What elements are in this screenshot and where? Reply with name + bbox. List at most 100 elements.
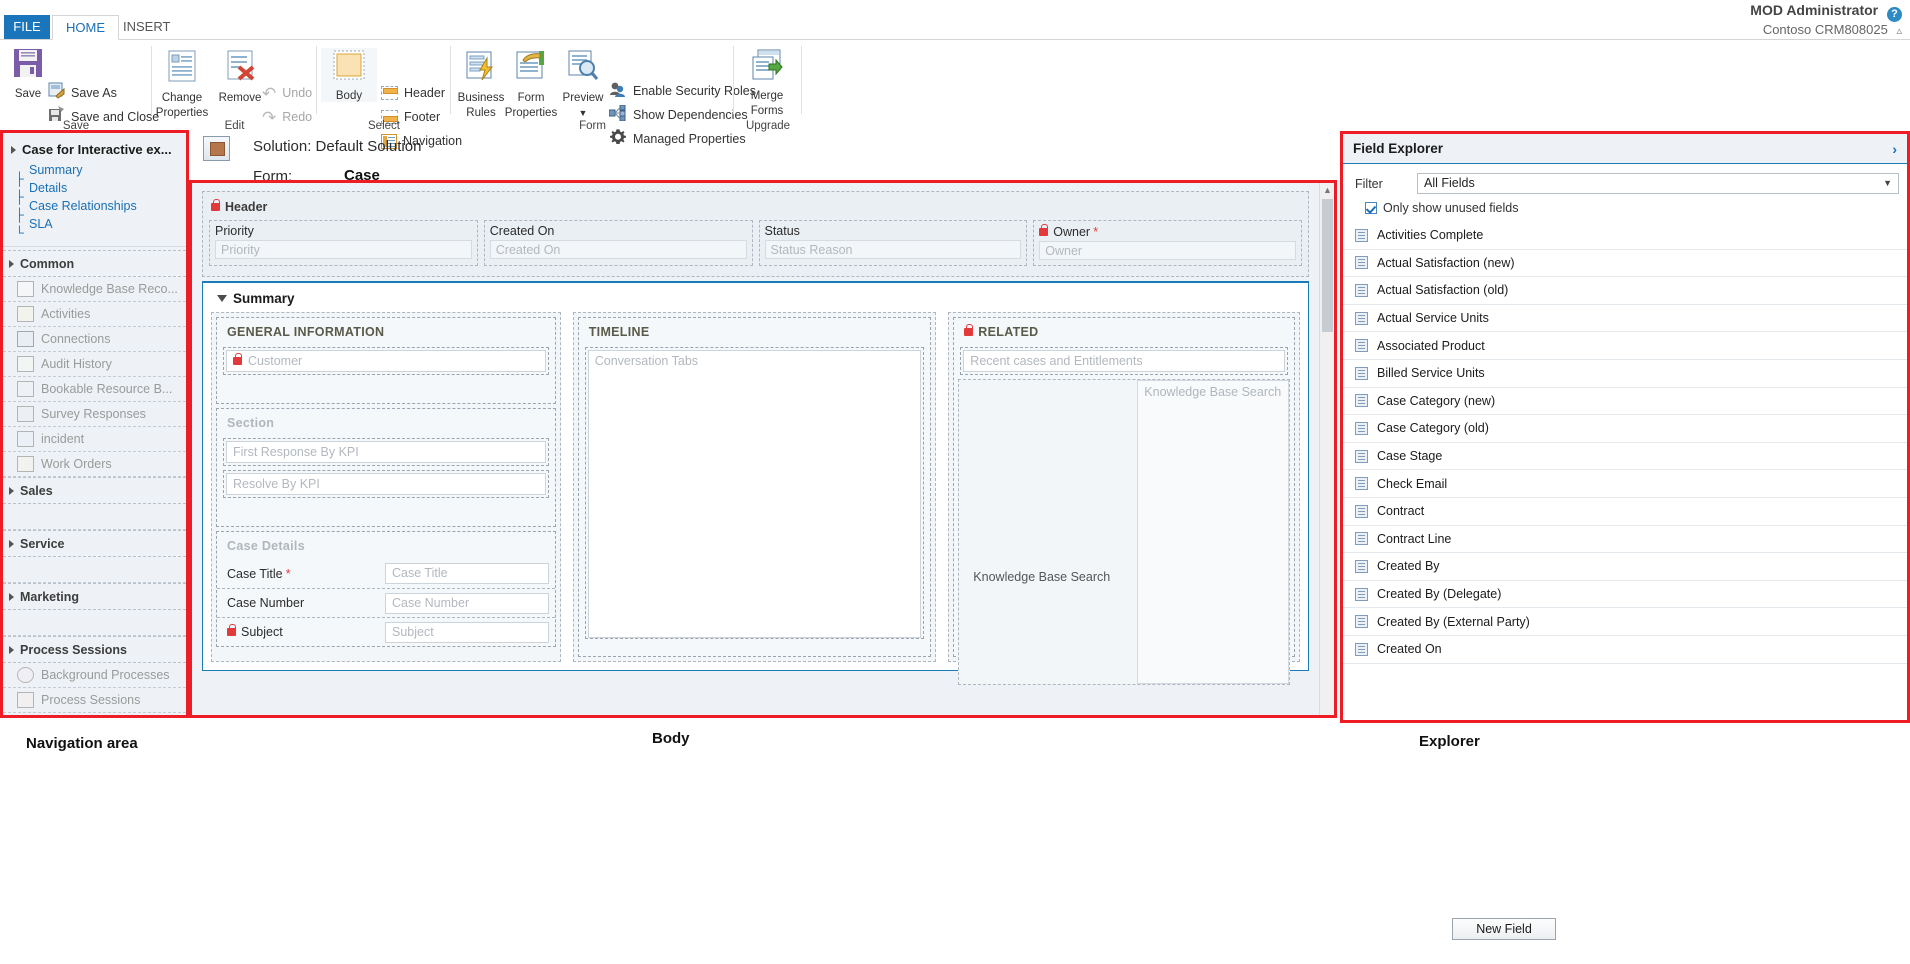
nav-root-node[interactable]: Case for Interactive ex...	[3, 133, 186, 161]
nav-group-service[interactable]: Service	[3, 530, 186, 557]
field-case-number-control[interactable]: Case Number	[385, 593, 549, 614]
field-resolve-by-kpi[interactable]: Resolve By KPI	[223, 470, 549, 498]
new-field-button[interactable]: New Field	[1452, 918, 1556, 940]
ribbon-tabstrip: FILE HOME INSERT	[0, 15, 1910, 39]
body-button[interactable]: Body	[321, 48, 377, 102]
field-customer-placeholder: Customer	[248, 351, 302, 371]
section-general-information[interactable]: GENERAL INFORMATION Customer	[216, 317, 556, 404]
field-created-on[interactable]: Created On Created On	[484, 220, 753, 266]
preview-dropdown-icon[interactable]: ▼	[555, 107, 611, 119]
nav-item-bookable-resource[interactable]: Bookable Resource B...	[3, 377, 186, 402]
list-item[interactable]: Contract	[1343, 498, 1907, 526]
nav-item-background-processes[interactable]: Background Processes	[3, 663, 186, 688]
checkbox-icon[interactable]	[1365, 202, 1377, 214]
nav-item-knowledge-base[interactable]: Knowledge Base Reco...	[3, 277, 186, 302]
nav-group-marketing[interactable]: Marketing	[3, 583, 186, 610]
nav-item-activities[interactable]: Activities	[3, 302, 186, 327]
nav-group-sales[interactable]: Sales	[3, 477, 186, 504]
merge-forms-button[interactable]: Merge Forms	[739, 48, 795, 117]
nav-item-process-sessions[interactable]: Process Sessions	[3, 688, 186, 713]
list-item[interactable]: Actual Satisfaction (old)	[1343, 277, 1907, 305]
ribbon-group-select: Body Header Footer Navigation Select	[317, 40, 451, 132]
field-status-control[interactable]: Status Reason	[765, 240, 1022, 259]
nav-group-process-sessions[interactable]: Process Sessions	[3, 636, 186, 663]
field-status[interactable]: Status Status Reason	[759, 220, 1028, 266]
list-item[interactable]: Case Stage	[1343, 443, 1907, 471]
knowledge-base-search-control[interactable]: Knowledge Base Search	[1137, 380, 1289, 684]
summary-columns: GENERAL INFORMATION Customer Section	[211, 312, 1300, 662]
business-rules-button[interactable]: Business Rules	[453, 48, 509, 119]
nav-child-case-relationships[interactable]: ├ Case Relationships	[3, 197, 186, 215]
nav-item-audit-history[interactable]: Audit History	[3, 352, 186, 377]
tab-home[interactable]: HOME	[52, 15, 119, 40]
section-timeline[interactable]: TIMELINE Conversation Tabs	[578, 317, 932, 657]
save-as-button[interactable]: Save As	[48, 82, 117, 104]
tab-file[interactable]: FILE	[4, 15, 50, 39]
field-first-response-by-kpi[interactable]: First Response By KPI	[223, 438, 549, 466]
list-item[interactable]: Created On	[1343, 636, 1907, 664]
change-properties-button[interactable]: Change Properties	[154, 48, 210, 119]
list-item[interactable]: Activities Complete	[1343, 222, 1907, 250]
list-item[interactable]: Associated Product	[1343, 332, 1907, 360]
list-item[interactable]: Case Category (old)	[1343, 415, 1907, 443]
section-case-details[interactable]: Case Details Case Title * Case Title	[216, 531, 556, 647]
field-case-number[interactable]: Case Number Case Number	[217, 589, 555, 618]
nav-item-label: Survey Responses	[41, 407, 146, 421]
filter-select[interactable]: All Fields ▼	[1417, 173, 1899, 194]
nav-child-summary[interactable]: ├ Summary	[3, 161, 186, 179]
list-item[interactable]: Created By	[1343, 553, 1907, 581]
control-recent-cases[interactable]: Recent cases and Entitlements	[960, 347, 1288, 375]
field-created-on-control[interactable]: Created On	[490, 240, 747, 259]
tab-insert[interactable]: INSERT	[110, 15, 183, 39]
nav-item-connections[interactable]: Connections	[3, 327, 186, 352]
field-first-response-by-kpi-control[interactable]: First Response By KPI	[226, 441, 546, 463]
list-item[interactable]: Created By (External Party)	[1343, 608, 1907, 636]
remove-button[interactable]: Remove	[212, 48, 268, 104]
field-subject[interactable]: Subject Subject	[217, 618, 555, 646]
control-recent-cases-control[interactable]: Recent cases and Entitlements	[963, 350, 1285, 372]
control-knowledge-base-search[interactable]: Knowledge Base Search Knowledge Base Sea…	[958, 379, 1290, 685]
field-customer[interactable]: Customer	[223, 347, 549, 375]
list-item[interactable]: Currency	[1343, 664, 1907, 669]
summary-tab-title[interactable]: Summary	[211, 289, 1300, 312]
list-item[interactable]: Created By (Delegate)	[1343, 581, 1907, 609]
list-item[interactable]: Billed Service Units	[1343, 360, 1907, 388]
header-button[interactable]: Header	[381, 82, 445, 104]
form-properties-button[interactable]: Form Properties	[503, 48, 559, 119]
list-item[interactable]: Check Email	[1343, 470, 1907, 498]
field-resolve-by-kpi-control[interactable]: Resolve By KPI	[226, 473, 546, 495]
form-canvas-scrollbar[interactable]: ▲	[1319, 183, 1334, 715]
nav-child-details[interactable]: ├ Details	[3, 179, 186, 197]
list-item[interactable]: Actual Satisfaction (new)	[1343, 250, 1907, 278]
section-related[interactable]: RELATED Recent cases and Entitlements Kn…	[953, 317, 1295, 657]
field-owner-control[interactable]: Owner	[1039, 241, 1296, 260]
field-priority[interactable]: Priority Priority	[209, 220, 478, 266]
chevron-down-icon[interactable]: ▼	[1883, 174, 1892, 193]
scrollbar-thumb[interactable]	[1322, 199, 1333, 332]
nav-item-survey-responses[interactable]: Survey Responses	[3, 402, 186, 427]
list-item[interactable]: Actual Service Units	[1343, 305, 1907, 333]
nav-group-common[interactable]: Common	[3, 250, 186, 277]
field-explorer-list[interactable]: Activities Complete Actual Satisfaction …	[1343, 222, 1907, 668]
preview-button[interactable]: Preview ▼	[555, 48, 611, 119]
nav-item-incident[interactable]: incident	[3, 427, 186, 452]
chevron-right-icon[interactable]: ›	[1892, 141, 1897, 157]
field-customer-control[interactable]: Customer	[226, 350, 546, 372]
field-subject-control[interactable]: Subject	[385, 622, 549, 643]
control-conversation-tabs[interactable]: Conversation Tabs	[585, 347, 925, 639]
section-unnamed[interactable]: Section First Response By KPI Resolve By…	[216, 408, 556, 527]
field-priority-control[interactable]: Priority	[215, 240, 472, 259]
undo-button[interactable]: ↶ Undo	[262, 82, 312, 104]
field-case-title[interactable]: Case Title * Case Title	[217, 559, 555, 589]
form-header-section[interactable]: Header Priority Priority Created On Crea…	[202, 191, 1309, 277]
scroll-up-icon[interactable]: ▲	[1320, 183, 1334, 198]
nav-item-work-orders[interactable]: Work Orders	[3, 452, 186, 477]
nav-child-sla[interactable]: └ SLA	[3, 215, 186, 233]
control-conversation-tabs-control[interactable]: Conversation Tabs	[588, 350, 922, 638]
nav-item-label: Work Orders	[41, 457, 112, 471]
only-unused-fields-checkbox[interactable]: Only show unused fields	[1343, 198, 1907, 221]
list-item[interactable]: Contract Line	[1343, 526, 1907, 554]
field-owner[interactable]: Owner * Owner	[1033, 220, 1302, 266]
field-case-title-control[interactable]: Case Title	[385, 563, 549, 584]
list-item[interactable]: Case Category (new)	[1343, 388, 1907, 416]
